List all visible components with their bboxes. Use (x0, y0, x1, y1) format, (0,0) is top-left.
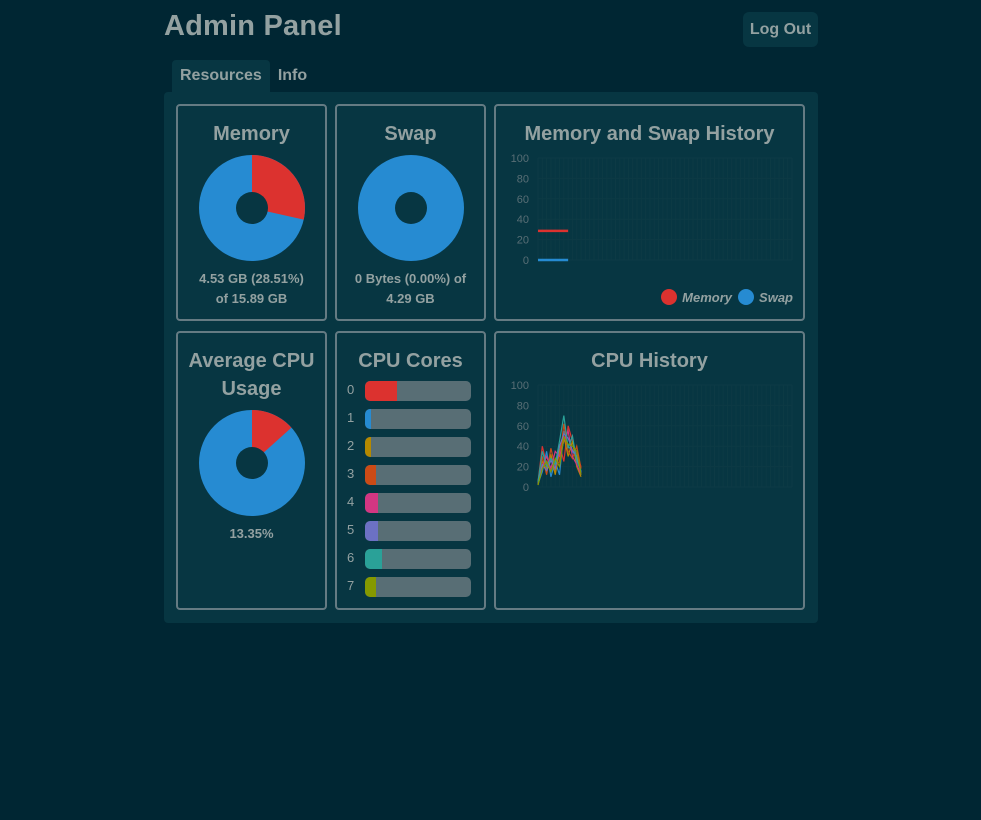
core-row: 7 (347, 574, 473, 602)
core-fill (365, 577, 376, 597)
cpu-history-y-tick-label: 100 (511, 380, 529, 392)
core-row: 1 (347, 406, 473, 434)
core-label: 0 (347, 382, 355, 397)
memory-title: Memory (213, 123, 290, 145)
swap-total-text: 4.29 GB (386, 291, 435, 306)
core-bar (365, 577, 471, 597)
swap-usage-text: 0 Bytes (0.00%) of (354, 271, 467, 286)
cpu-history-y-tick-label: 80 (517, 400, 529, 412)
avg-cpu-title-line2: Usage (221, 378, 282, 400)
header: Admin Panel Log Out (164, 0, 818, 60)
swap-legend-dot (738, 289, 755, 305)
core-label: 5 (347, 522, 355, 537)
swap-title: Swap (384, 123, 437, 145)
logout-button[interactable]: Log Out (743, 12, 818, 47)
swap-pie-chart (358, 155, 464, 261)
core-row: 3 (347, 462, 473, 490)
cpu-history-chart: 100 80 60 40 20 0 (511, 380, 793, 494)
memory-hole (236, 192, 268, 224)
core-bar (365, 549, 471, 569)
avg-cpu-pie-chart (199, 410, 305, 516)
avg-cpu-title-line1: Average CPU (188, 350, 315, 372)
core-bar (365, 409, 471, 429)
core-label: 1 (347, 410, 355, 425)
tab-info[interactable]: Info (270, 60, 315, 92)
core-bar (365, 465, 471, 485)
cpu-history-y-tick-label: 60 (517, 421, 529, 433)
core-label: 4 (347, 494, 355, 509)
core-fill (365, 465, 376, 485)
cpu-history-y-tick-label: 40 (517, 441, 529, 453)
cpu-history-y-tick-label: 0 (523, 482, 529, 494)
memory-history-y-tick-label: 100 (511, 153, 529, 165)
core-fill (365, 381, 397, 401)
memory-history-y-tick-label: 40 (517, 214, 529, 226)
memory-pie-chart (199, 155, 305, 261)
memory-legend-dot (661, 289, 678, 305)
core-row: 2 (347, 434, 473, 462)
memory-history-title: Memory and Swap History (524, 123, 775, 145)
core-fill (365, 437, 372, 457)
memory-total-text: of 15.89 GB (215, 291, 288, 306)
core-row: 0 (347, 378, 473, 406)
memory-history-y-tick-label: 60 (517, 194, 529, 206)
tab-bar: Resources Info (172, 60, 315, 92)
memory-legend-label: Memory (682, 289, 733, 305)
swap-hole (395, 192, 427, 224)
cpu-cores-title: CPU Cores (358, 350, 463, 372)
cpu-cores-card: CPU Cores 0 1 2 3 4 5 6 7 (335, 331, 486, 610)
memory-usage-text: 4.53 GB (28.51%) (199, 271, 304, 286)
core-row: 5 (347, 518, 473, 546)
core-bar (365, 521, 471, 541)
core-row: 4 (347, 490, 473, 518)
core-bar (365, 381, 471, 401)
core-fill (365, 521, 378, 541)
core-fill (365, 493, 378, 513)
core-fill (365, 549, 382, 569)
cpu-cores-list: 0 1 2 3 4 5 6 7 (347, 378, 473, 602)
cpu-history-y-tick-label: 20 (517, 462, 529, 474)
memory-history-y-tick-label: 0 (523, 255, 529, 267)
resources-panel: Memory 4.53 GB (28.51%) of 15.89 GB Swap… (164, 92, 818, 623)
memory-history-legend: Memory Swap (661, 289, 793, 305)
avg-cpu-hole (236, 447, 268, 479)
memory-card: Memory 4.53 GB (28.51%) of 15.89 GB (176, 104, 327, 321)
core-label: 3 (347, 466, 355, 481)
core-bar (365, 493, 471, 513)
core-label: 6 (347, 550, 355, 565)
page-title: Admin Panel (164, 10, 342, 42)
core-row: 6 (347, 546, 473, 574)
memory-history-card: Memory and Swap History 100 80 60 40 20 0 Mem… (494, 104, 805, 321)
avg-cpu-card: Average CPU Usage 13.35% (176, 331, 327, 610)
cpu-history-title: CPU History (591, 350, 708, 372)
core-fill (365, 409, 372, 429)
admin-app: Admin Panel Log Out Resources Info Memor… (164, 0, 818, 623)
memory-history-y-tick-label: 80 (517, 173, 529, 185)
tab-resources[interactable]: Resources (172, 60, 270, 92)
avg-cpu-value: 13.35% (229, 526, 274, 541)
memory-history-chart: 100 80 60 40 20 0 (511, 153, 793, 267)
core-bar (365, 437, 471, 457)
cpu-history-card: CPU History 100 80 60 40 20 0 (494, 331, 805, 610)
memory-history-y-tick-label: 20 (517, 235, 529, 247)
core-label: 2 (347, 438, 355, 453)
core-label: 7 (347, 578, 355, 593)
swap-legend-label: Swap (759, 289, 793, 305)
swap-card: Swap 0 Bytes (0.00%) of 4.29 GB (335, 104, 486, 321)
